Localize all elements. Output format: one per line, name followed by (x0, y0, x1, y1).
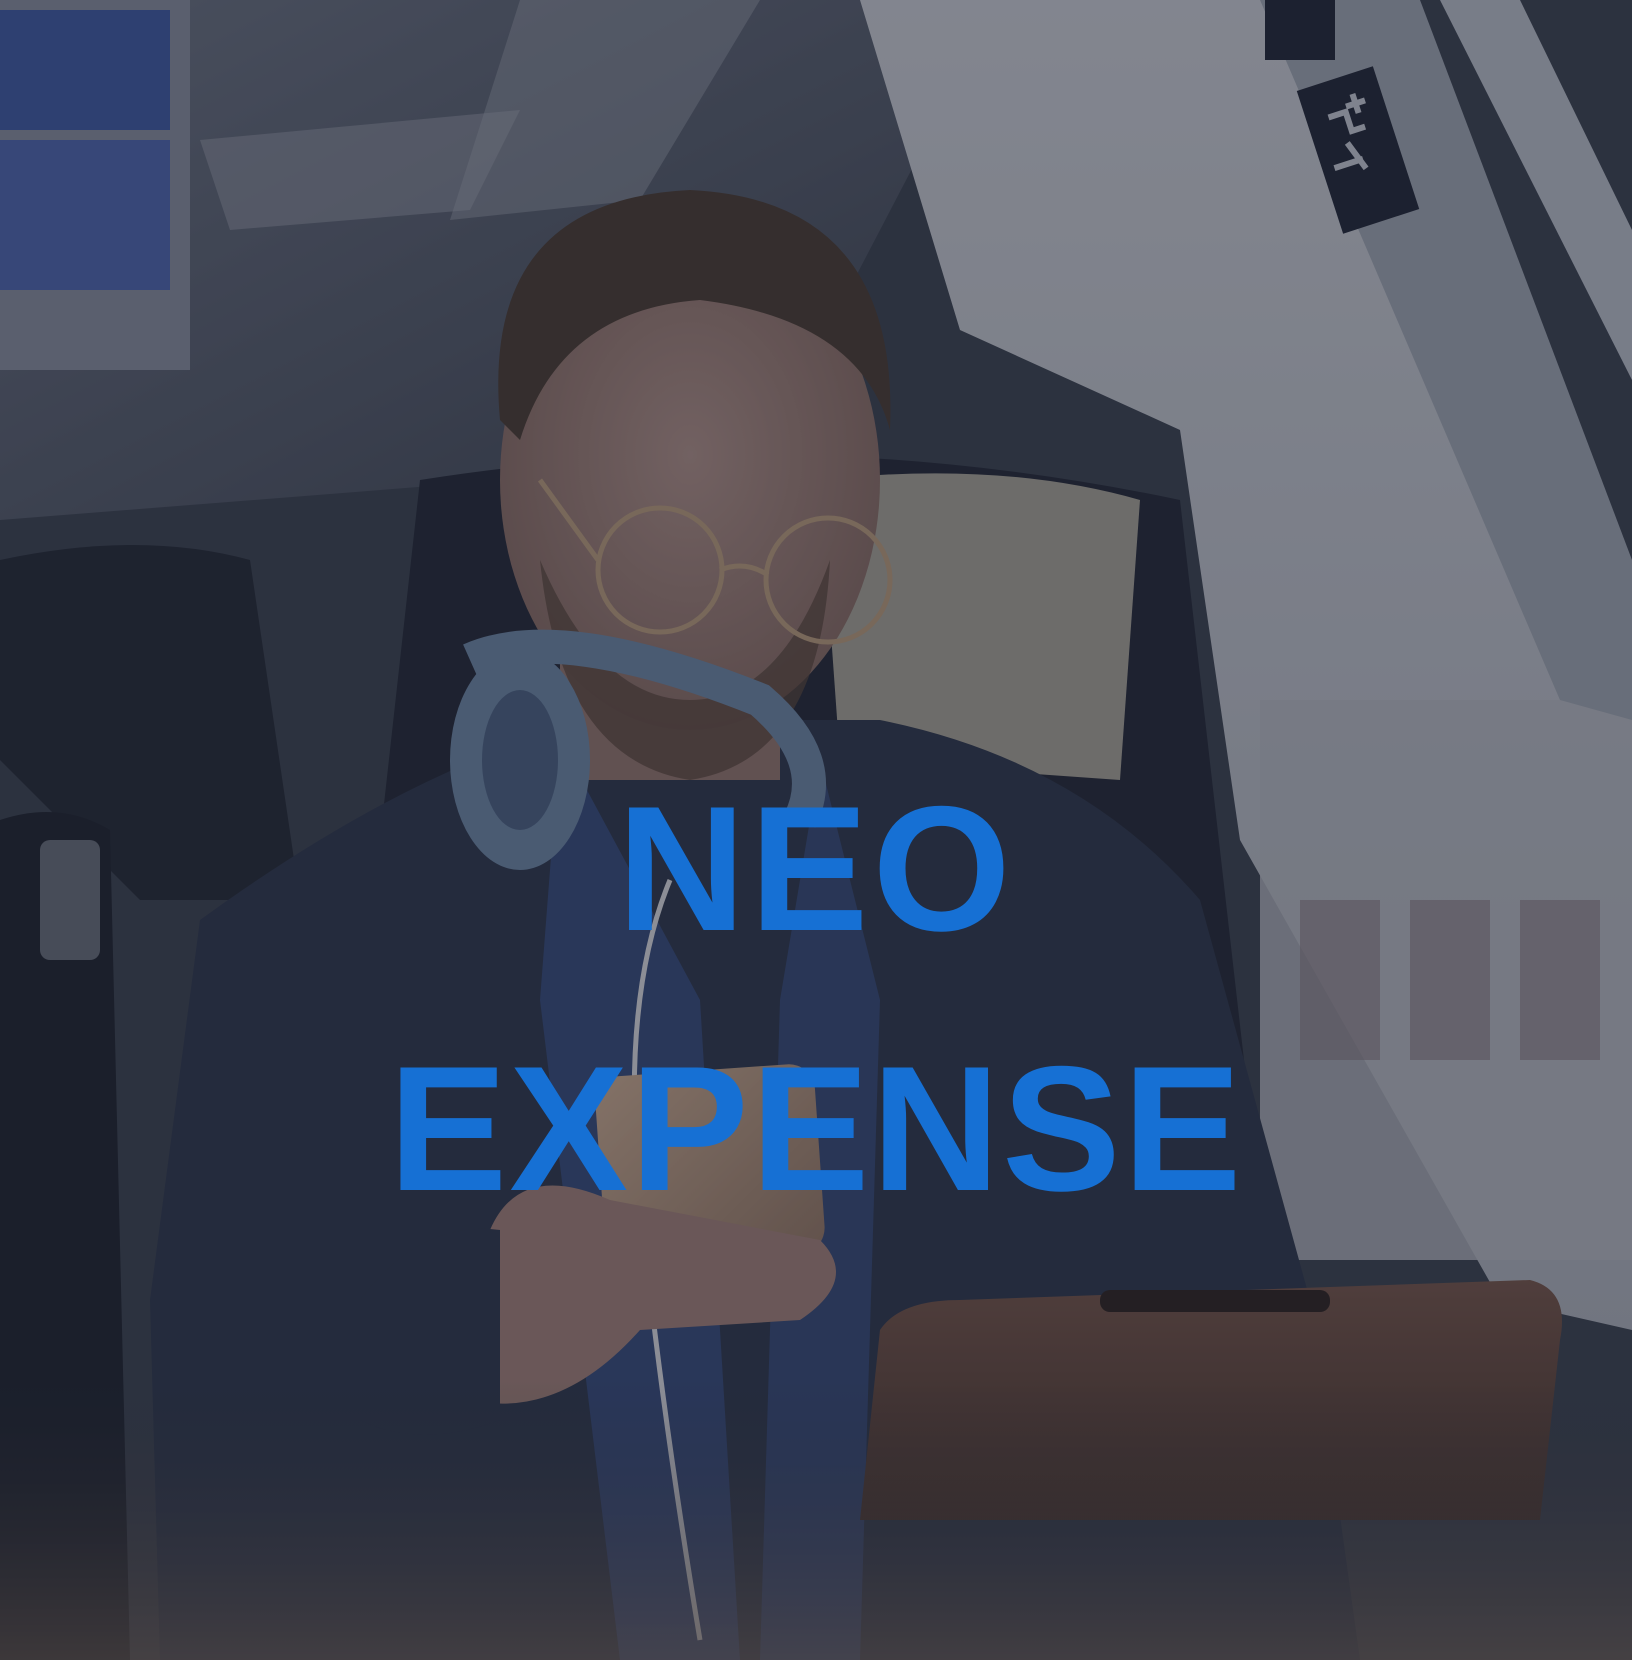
title-line-expense: EXPENSE (388, 1029, 1244, 1228)
hero-stage: NEO EXPENSE (0, 0, 1632, 1660)
title-line-neo: NEO (617, 769, 1015, 968)
